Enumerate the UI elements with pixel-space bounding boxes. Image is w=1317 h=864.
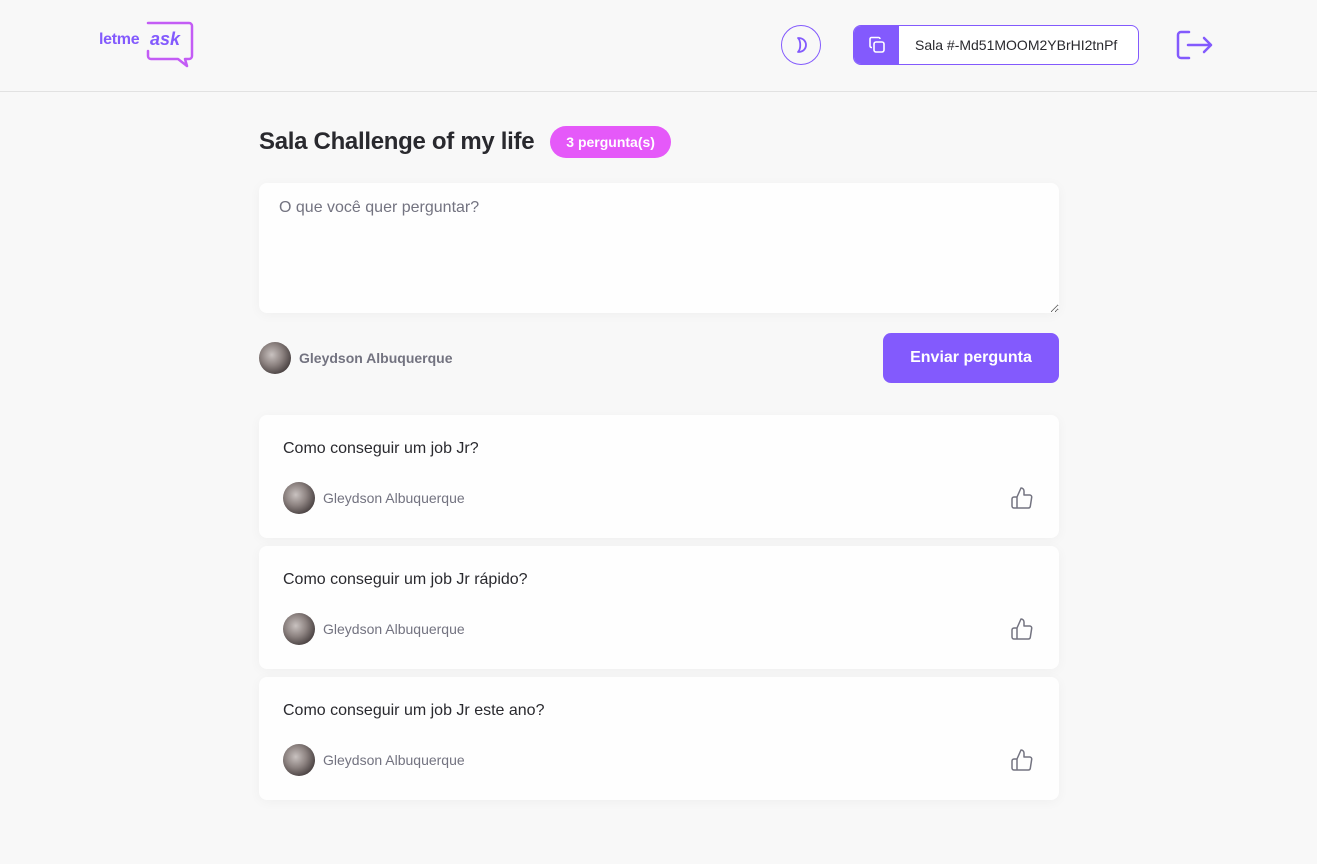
thumbs-up-icon <box>1011 618 1033 640</box>
question-card: Como conseguir um job Jr? Gleydson Albuq… <box>259 415 1059 538</box>
thumbs-up-icon <box>1011 749 1033 771</box>
question-footer: Gleydson Albuquerque <box>283 744 1035 776</box>
logo-word-ask: ask <box>150 29 181 49</box>
question-card: Como conseguir um job Jr rápido? Gleydso… <box>259 546 1059 669</box>
question-content: Como conseguir um job Jr rápido? <box>283 571 528 588</box>
current-user-name: Gleydson Albuquerque <box>299 350 453 366</box>
like-button[interactable] <box>1009 485 1035 511</box>
logout-button[interactable] <box>1175 27 1215 63</box>
copy-icon <box>868 36 885 53</box>
avatar <box>283 613 315 645</box>
room-code-copy-button[interactable]: Sala #-Md51MOOM2YBrHI2tnPf <box>853 25 1139 65</box>
logo-word-letme: letme <box>99 31 140 48</box>
theme-toggle-button[interactable] <box>781 25 821 65</box>
room-title-row: Sala Challenge of my life 3 pergunta(s) <box>259 126 1059 158</box>
question-author: Gleydson Albuquerque <box>283 744 465 776</box>
question-input[interactable] <box>259 183 1059 313</box>
moon-icon <box>797 37 807 53</box>
question-footer: Gleydson Albuquerque <box>283 613 1035 645</box>
question-card: Como conseguir um job Jr este ano? Gleyd… <box>259 677 1059 800</box>
thumbs-up-icon <box>1011 487 1033 509</box>
log-out-icon <box>1176 30 1213 60</box>
question-form-footer: Gleydson Albuquerque Enviar pergunta <box>259 333 1059 383</box>
avatar <box>283 744 315 776</box>
question-author-name: Gleydson Albuquerque <box>323 490 465 506</box>
copy-icon-box <box>854 26 899 64</box>
avatar <box>259 342 291 374</box>
like-button[interactable] <box>1009 747 1035 773</box>
question-author: Gleydson Albuquerque <box>283 613 465 645</box>
question-content: Como conseguir um job Jr? <box>283 440 479 457</box>
like-button[interactable] <box>1009 616 1035 642</box>
room-code-text: Sala #-Md51MOOM2YBrHI2tnPf <box>915 37 1118 53</box>
question-author-name: Gleydson Albuquerque <box>323 621 465 637</box>
question-count-badge: 3 pergunta(s) <box>550 126 671 158</box>
avatar <box>283 482 315 514</box>
current-user-info: Gleydson Albuquerque <box>259 342 453 374</box>
page-header: letme ask Sala #-Md51MOOM2YBrHI2tnPf <box>0 0 1317 92</box>
question-content: Como conseguir um job Jr este ano? <box>283 702 545 719</box>
question-author: Gleydson Albuquerque <box>283 482 465 514</box>
question-list: Como conseguir um job Jr? Gleydson Albuq… <box>259 415 1059 808</box>
letmeask-logo[interactable]: letme ask <box>97 20 197 70</box>
page-title: Sala Challenge of my life <box>259 128 535 155</box>
question-author-name: Gleydson Albuquerque <box>323 752 465 768</box>
question-footer: Gleydson Albuquerque <box>283 482 1035 514</box>
send-question-button[interactable]: Enviar pergunta <box>883 333 1059 383</box>
